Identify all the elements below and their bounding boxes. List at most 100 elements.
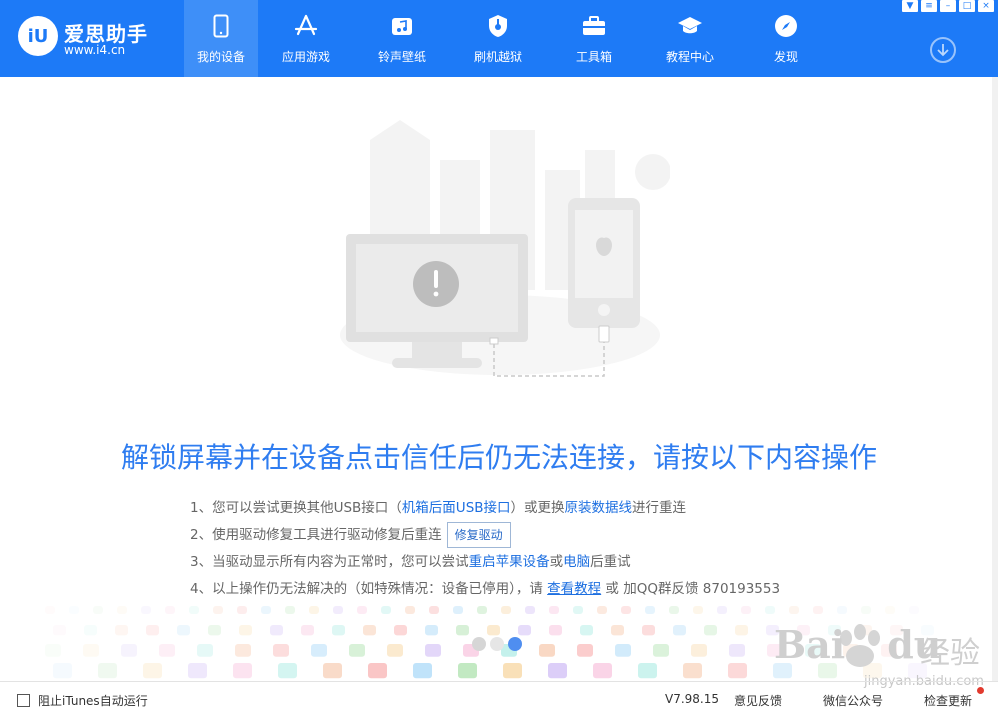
restart-computer-link[interactable]: 电脑 — [563, 552, 590, 572]
app-icon-tile — [368, 663, 387, 679]
app-icon-tile — [611, 625, 624, 636]
music-icon — [391, 12, 413, 40]
app-icon-tile — [691, 644, 707, 657]
app-icon-tile — [278, 663, 297, 679]
carousel-dots — [472, 637, 522, 651]
app-icon-tile — [117, 606, 127, 614]
view-tutorial-link[interactable]: 查看教程 — [547, 579, 601, 599]
troubleshooting-steps: 1、您可以尝试更换其他USB接口（ 机箱后面USB接口 ）或更换 原装数据线 进… — [190, 494, 780, 602]
nav-tutorial-center[interactable]: 教程中心 — [642, 0, 738, 77]
compass-icon — [774, 12, 798, 40]
download-arrow-icon[interactable] — [930, 37, 956, 63]
app-icon-tile — [239, 625, 252, 636]
vertical-scrollbar[interactable] — [992, 77, 998, 681]
step-text: 或 — [549, 553, 564, 570]
app-icon-tile — [285, 606, 295, 614]
app-icon-tile — [518, 625, 531, 636]
nav-ringtones-wallpapers[interactable]: 铃声壁纸 — [354, 0, 450, 77]
app-icon-tile — [197, 644, 213, 657]
minimize-icon[interactable]: – — [940, 0, 956, 12]
carousel-dot-active[interactable] — [508, 637, 522, 651]
watermark-cn: 经验 — [920, 636, 980, 671]
app-icon-tile — [301, 625, 314, 636]
app-icon-tile — [270, 625, 283, 636]
app-store-icon — [294, 12, 318, 40]
step-text: 后重试 — [590, 553, 631, 570]
app-icon-tile — [487, 625, 500, 636]
app-icon-tile — [525, 606, 535, 614]
step-text: 3、当驱动显示所有内容为正常时，您可以尝试 — [190, 553, 469, 570]
check-update-link[interactable]: 检查更新 — [924, 692, 972, 709]
toolbox-icon — [582, 12, 606, 40]
app-icon-tile — [146, 625, 159, 636]
close-icon[interactable]: × — [978, 0, 994, 12]
app-icon-tile — [323, 663, 342, 679]
app-icon-tile — [673, 625, 686, 636]
nav-flash-jailbreak[interactable]: 刷机越狱 — [450, 0, 546, 77]
itunes-autorun-label[interactable]: 阻止iTunes自动运行 — [38, 692, 148, 709]
app-icon-tile — [425, 625, 438, 636]
app-icon-tile — [501, 606, 511, 614]
app-icon-tile — [177, 625, 190, 636]
app-icon-tile — [357, 606, 367, 614]
app-icon-tile — [208, 625, 221, 636]
nav-my-device[interactable]: 我的设备 — [184, 0, 258, 77]
app-icon-tile — [165, 606, 175, 614]
app-icon-tile — [332, 625, 345, 636]
original-cable-link[interactable]: 原装数据线 — [565, 498, 633, 518]
shield-key-icon — [488, 12, 508, 40]
menu-icon[interactable]: ≡ — [921, 0, 937, 12]
itunes-autorun-checkbox[interactable] — [17, 694, 30, 707]
app-icon-tile — [642, 625, 655, 636]
app-icon-tile — [683, 663, 702, 679]
app-icon-tile — [413, 663, 432, 679]
logo-mark: iU — [18, 16, 58, 56]
app-icon-tile — [405, 606, 415, 614]
app-icon-tile — [621, 606, 631, 614]
app-logo: iU 爱思助手 www.i4.cn — [18, 16, 168, 60]
app-icon-tile — [597, 606, 607, 614]
app-icon-tile — [593, 663, 612, 679]
carousel-dot[interactable] — [490, 637, 504, 651]
nav-toolbox[interactable]: 工具箱 — [546, 0, 642, 77]
app-icon-tile — [429, 606, 439, 614]
app-icon-tile — [141, 606, 151, 614]
app-icon-tile — [309, 606, 319, 614]
nav-apps-games[interactable]: 应用游戏 — [258, 0, 354, 77]
app-icon-tile — [717, 606, 727, 614]
app-icon-tile — [669, 606, 679, 614]
feedback-link[interactable]: 意见反馈 — [734, 692, 782, 709]
step-1: 1、您可以尝试更换其他USB接口（ 机箱后面USB接口 ）或更换 原装数据线 进… — [190, 494, 780, 521]
step-text: 4、以上操作仍无法解决的（如特殊情况：设备已停用），请 — [190, 580, 548, 597]
carousel-dot[interactable] — [472, 637, 486, 651]
app-icon-tile — [735, 625, 748, 636]
app-icon-tile — [45, 606, 55, 614]
app-icon-tile — [98, 663, 117, 679]
app-icon-tile — [577, 644, 593, 657]
wechat-link[interactable]: 微信公众号 — [823, 692, 883, 709]
app-icon-tile — [728, 663, 747, 679]
nav-label: 铃声壁纸 — [377, 50, 426, 64]
step-text: 进行重连 — [632, 499, 687, 516]
app-icon-tile — [729, 644, 745, 657]
app-icon-tile — [503, 663, 522, 679]
fix-driver-button[interactable]: 修复驱动 — [446, 521, 511, 548]
app-icon-tile — [233, 663, 252, 679]
app-icon-tile — [84, 625, 97, 636]
app-icon-tile — [458, 663, 477, 679]
app-icon-tile — [693, 606, 703, 614]
app-icon-tile — [333, 606, 343, 614]
restart-apple-device-link[interactable]: 重启苹果设备 — [469, 552, 550, 572]
nav-label: 发现 — [773, 50, 798, 64]
app-icon-tile — [235, 644, 251, 657]
app-icon-tile — [453, 606, 463, 614]
shirt-icon[interactable]: ▼ — [902, 0, 918, 12]
app-icon-tile — [261, 606, 271, 614]
maximize-icon[interactable]: □ — [959, 0, 975, 12]
app-icon-tile — [311, 644, 327, 657]
nav-discover[interactable]: 发现 — [738, 0, 834, 77]
app-icon-tile — [213, 606, 223, 614]
rear-usb-port-link[interactable]: 机箱后面USB接口 — [402, 498, 511, 518]
app-url: www.i4.cn — [64, 43, 126, 57]
app-icon-tile — [349, 644, 365, 657]
